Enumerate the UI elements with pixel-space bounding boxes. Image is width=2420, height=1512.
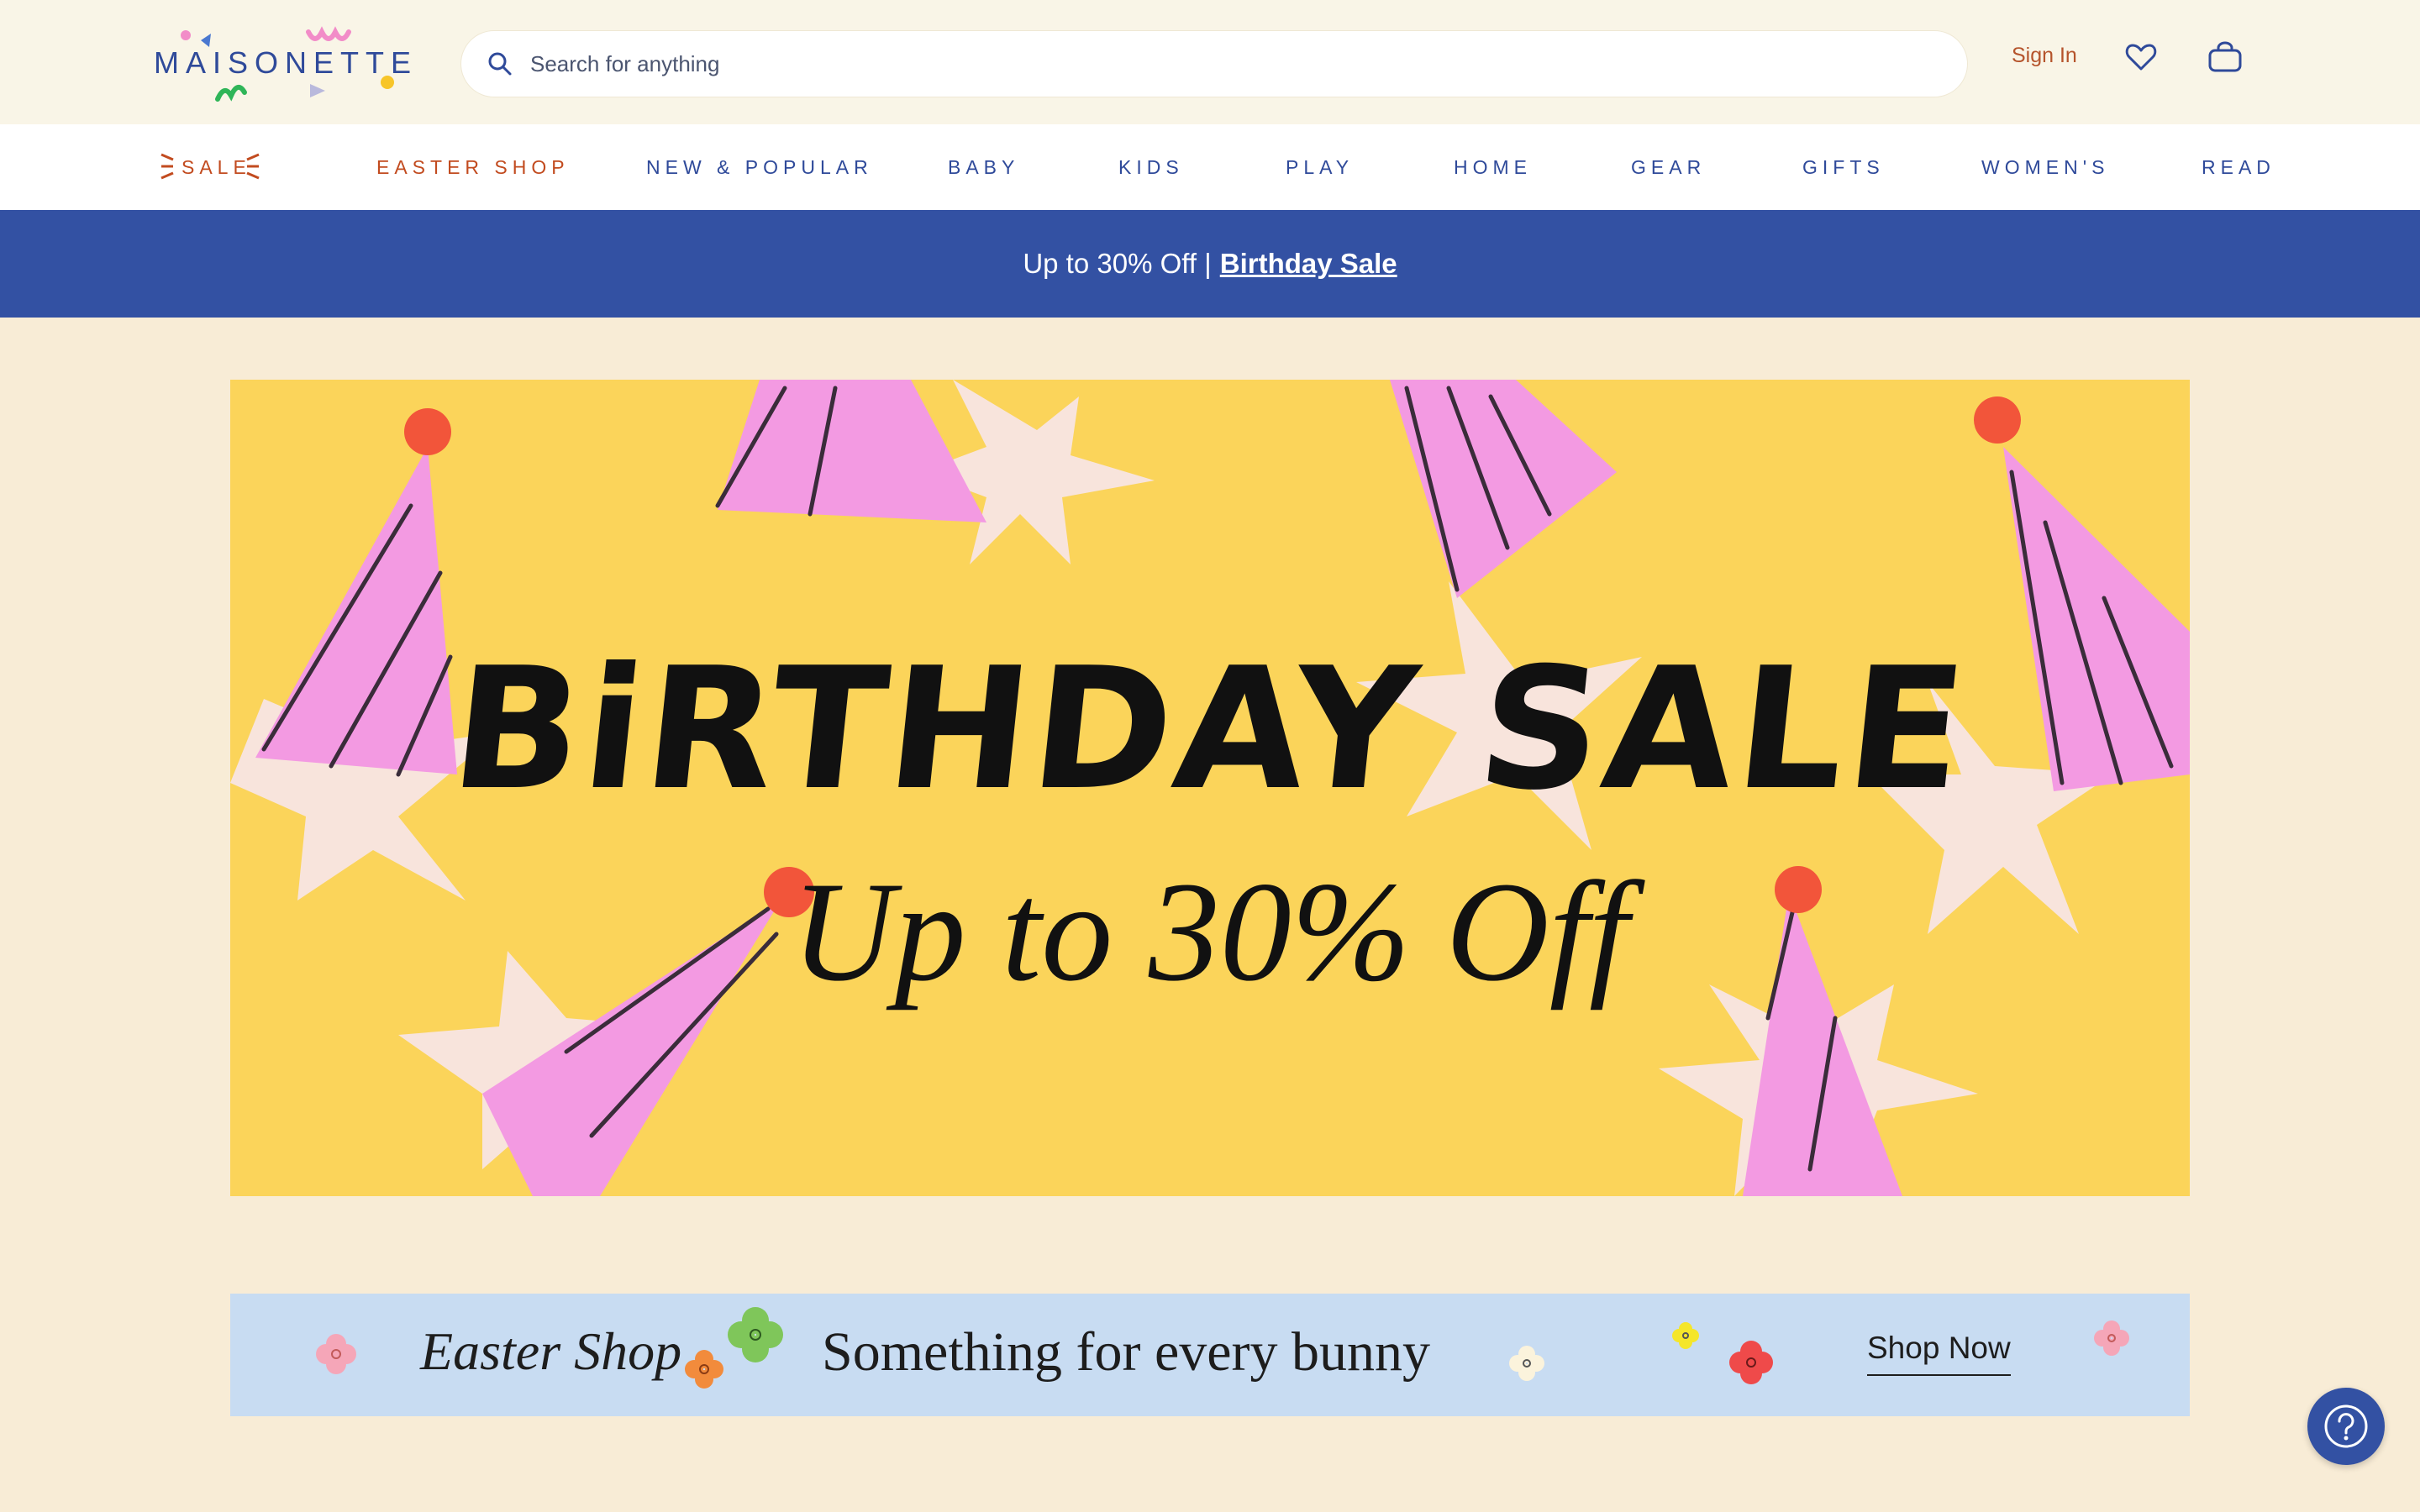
nav-label-sale: SALE (182, 156, 251, 178)
sign-in-link[interactable]: Sign In (2012, 44, 2077, 68)
easter-tagline: Something for every bunny (822, 1321, 1431, 1383)
nav-item-play[interactable]: PLAY (1286, 156, 1354, 179)
easter-shop-title: Easter Shop (420, 1321, 682, 1381)
main-nav: SALE EASTER SHOP NEW & POPULAR BABY KIDS… (0, 124, 2420, 210)
nav-item-home[interactable]: HOME (1454, 156, 1532, 179)
hero-banner[interactable]: BiRTHDAY SALE Up to 30% Off (230, 380, 2190, 1196)
hero-title: BiRTHDAY SALE (443, 632, 1977, 827)
nav-item-gear[interactable]: GEAR (1631, 156, 1706, 179)
help-icon (2324, 1404, 2368, 1448)
header: MAISONETTE Sign In (0, 0, 2420, 124)
easter-shop-banner[interactable]: Easter Shop Something for every bunny Sh… (230, 1294, 2190, 1416)
nav-item-baby[interactable]: BABY (948, 156, 1019, 179)
promo-text: Up to 30% Off | (1023, 248, 1212, 279)
flower-icon (1672, 1322, 1699, 1349)
nav-item-new-popular[interactable]: NEW & POPULAR (646, 156, 873, 179)
nav-item-womens[interactable]: WOMEN'S (1981, 156, 2109, 179)
flower-icon (1729, 1341, 1773, 1384)
help-button[interactable] (2307, 1388, 2385, 1465)
nav-item-gifts[interactable]: GIFTS (1802, 156, 1885, 179)
shopping-bag-icon[interactable] (2207, 40, 2244, 74)
heart-icon[interactable] (2124, 40, 2158, 74)
clover-icon (728, 1307, 783, 1362)
logo-text: MAISONETTE (154, 45, 418, 80)
sparkle-left-icon (160, 153, 174, 180)
sparkle-right-icon (246, 153, 260, 180)
promo-bar: Up to 30% Off | Birthday Sale (0, 210, 2420, 318)
search-icon (488, 52, 512, 76)
search-input[interactable] (530, 50, 1875, 77)
nav-item-kids[interactable]: KIDS (1118, 156, 1184, 179)
search-bar[interactable] (460, 30, 1968, 97)
flower-icon (1509, 1346, 1544, 1381)
shop-now-button[interactable]: Shop Now (1867, 1331, 2011, 1376)
birthday-sale-link[interactable]: Birthday Sale (1220, 248, 1397, 280)
nav-item-easter-shop[interactable]: EASTER SHOP (376, 156, 570, 179)
maisonette-logo[interactable]: MAISONETTE (154, 24, 414, 108)
flower-icon (2094, 1320, 2129, 1356)
nav-item-sale[interactable]: SALE (160, 153, 260, 180)
flower-icon (685, 1350, 723, 1389)
flower-icon (316, 1334, 356, 1374)
hero-subtitle: Up to 30% Off (791, 853, 1629, 1011)
nav-item-read[interactable]: READ (2202, 156, 2275, 179)
